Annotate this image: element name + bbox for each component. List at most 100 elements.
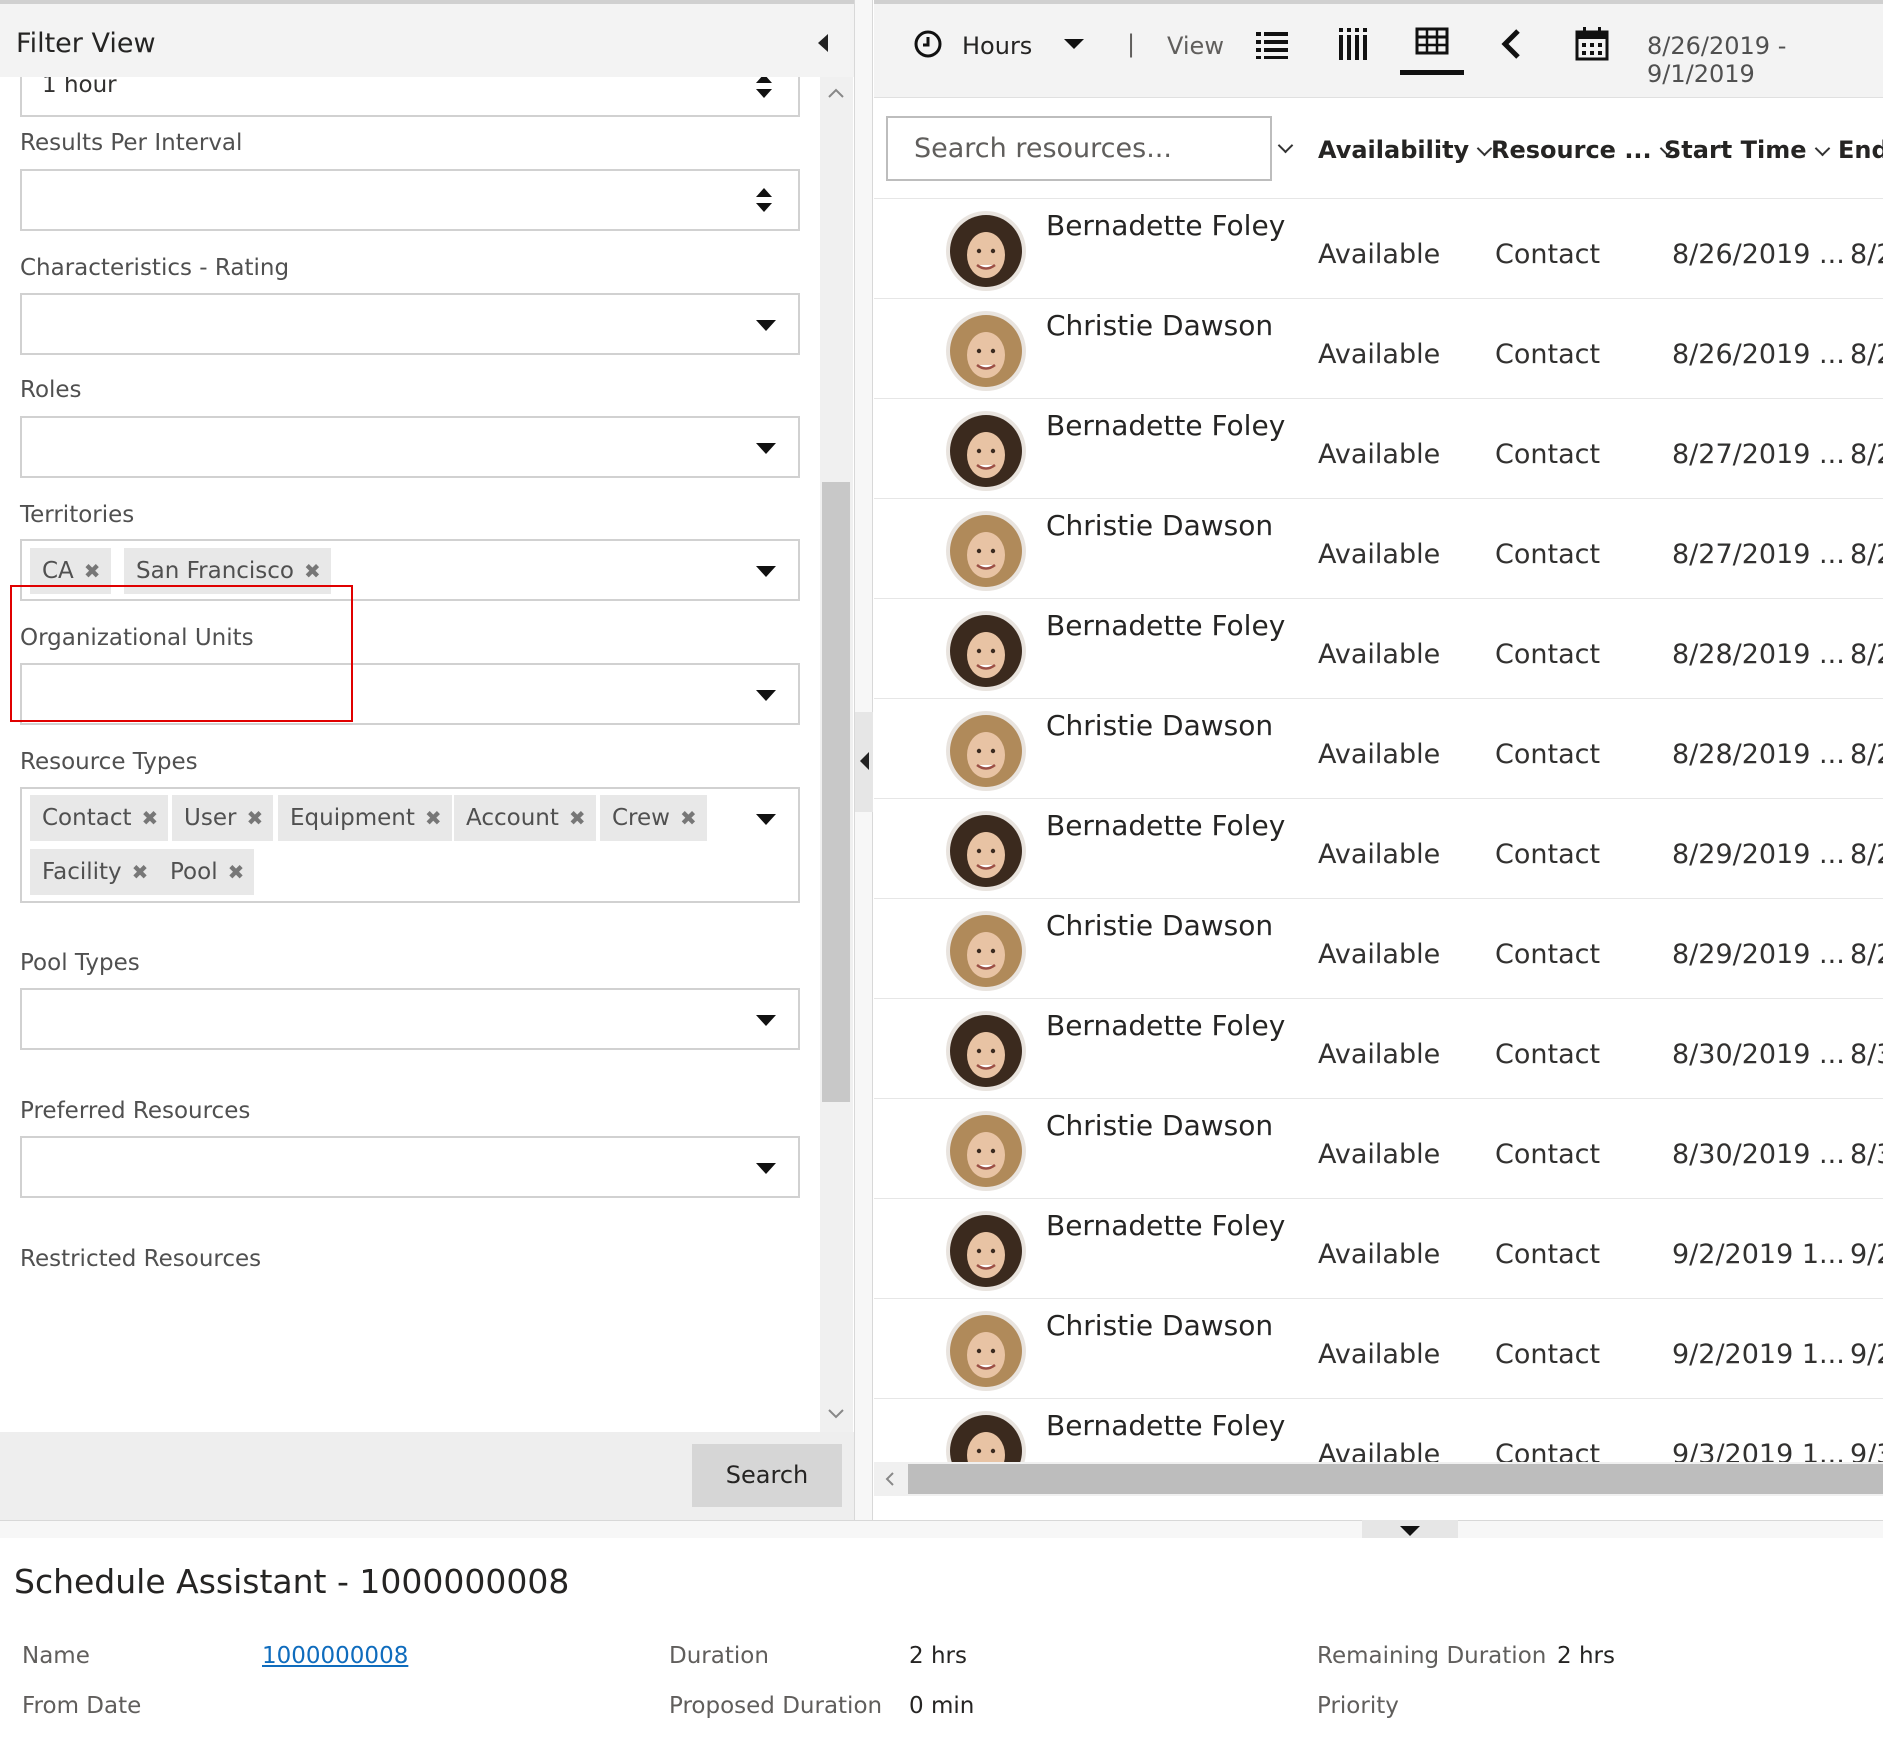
table-row[interactable]: Christie Dawson Available Contact 8/30/2019…: [874, 1099, 1883, 1199]
resource-name: Bernadette Foley: [1046, 1409, 1286, 1442]
resource-types-select[interactable]: Contact ✖ User ✖ Equipment ✖ Account ✖ Crew ✖…: [20, 787, 800, 903]
end-time-cell: 8/2: [1850, 639, 1883, 670]
table-row[interactable]: Christie Dawson Available Contact 8/28/2019…: [874, 699, 1883, 799]
resource-type-cell: Contact: [1495, 339, 1601, 370]
avatar: [946, 811, 1026, 891]
roles-select[interactable]: [20, 416, 800, 478]
schedule-assistant-title: Schedule Assistant - 1000000008: [14, 1562, 570, 1601]
remove-tag-icon[interactable]: ✖: [680, 795, 697, 841]
resource-name: Bernadette Foley: [1046, 409, 1286, 442]
date-range[interactable]: 8/26/2019 - 9/1/2019: [1647, 32, 1883, 88]
scroll-up-icon[interactable]: [826, 84, 846, 102]
spinner-icon[interactable]: [752, 183, 776, 217]
chevron-down-icon: [756, 320, 776, 331]
availability-cell: Available: [1318, 1439, 1441, 1462]
table-row[interactable]: Bernadette Foley Available Contact 8/28/201…: [874, 599, 1883, 699]
table-row[interactable]: Christie Dawson Available Contact 8/26/2019…: [874, 299, 1883, 399]
resource-type-cell: Contact: [1495, 739, 1601, 770]
table-row[interactable]: Christie Dawson Available Contact 8/29/2019…: [874, 899, 1883, 999]
chevron-down-icon: [756, 1163, 776, 1174]
table-row[interactable]: Christie Dawson Available Contact 8/27/2019…: [874, 499, 1883, 599]
hours-label[interactable]: Hours: [962, 32, 1032, 60]
start-time-cell: 8/28/2019 ...: [1672, 639, 1845, 670]
avatar: [946, 911, 1026, 991]
resource-name: Bernadette Foley: [1046, 609, 1286, 642]
availability-cell: Available: [1318, 939, 1441, 970]
interval-field-value: 1 hour: [42, 77, 117, 98]
start-time-cell: 8/29/2019 ...: [1672, 839, 1845, 870]
start-time-cell: 8/26/2019 ...: [1672, 239, 1845, 270]
toolbar-separator: |: [1127, 30, 1136, 58]
table-row[interactable]: Bernadette Foley Available Contact 8/30/201…: [874, 999, 1883, 1099]
remove-tag-icon[interactable]: ✖: [246, 795, 263, 841]
end-time-cell: 8/2: [1850, 239, 1883, 270]
results-per-interval-label: Results Per Interval: [20, 130, 243, 156]
table-row[interactable]: Bernadette Foley Available Contact 8/27/201…: [874, 399, 1883, 499]
scroll-left-icon[interactable]: [882, 1470, 898, 1488]
grid-view-icon[interactable]: [1414, 24, 1450, 60]
characteristics-rating-select[interactable]: [20, 293, 800, 355]
avatar: [946, 1211, 1026, 1291]
pool-types-select[interactable]: [20, 988, 800, 1050]
start-time-cell: 8/30/2019 ...: [1672, 1139, 1845, 1170]
resource-name: Bernadette Foley: [1046, 1209, 1286, 1242]
resource-type-tag: User ✖: [172, 795, 274, 841]
remove-tag-icon[interactable]: ✖: [569, 795, 586, 841]
start-time-cell: 9/2/2019 1...: [1672, 1239, 1845, 1270]
column-header-resource-type[interactable]: Resource ...: [1491, 136, 1675, 164]
collapse-panel-icon[interactable]: [810, 30, 836, 56]
resource-type-tag: Contact ✖: [30, 795, 169, 841]
availability-cell: Available: [1318, 1339, 1441, 1370]
previous-arrow-icon[interactable]: [1494, 26, 1530, 62]
table-row[interactable]: Bernadette Foley Available Contact 9/2/2019…: [874, 1199, 1883, 1299]
calendar-icon[interactable]: [1574, 26, 1610, 62]
search-resources-input[interactable]: Search resources...: [886, 116, 1272, 181]
pool-types-label: Pool Types: [20, 950, 140, 976]
duration-label: Duration: [669, 1643, 769, 1669]
remove-tag-icon[interactable]: ✖: [141, 795, 158, 841]
availability-cell: Available: [1318, 439, 1441, 470]
grid-horizontal-scrollbar-thumb[interactable]: [908, 1464, 1883, 1494]
dropdown-caret-icon[interactable]: [1062, 32, 1086, 56]
column-header-start-time[interactable]: Start Time: [1664, 136, 1830, 164]
avatar: [946, 711, 1026, 791]
resource-type-tag: Equipment ✖: [278, 795, 452, 841]
preferred-resources-label: Preferred Resources: [20, 1098, 251, 1124]
spinner-icon[interactable]: [752, 77, 776, 103]
interval-field[interactable]: 1 hour: [20, 77, 800, 117]
table-row[interactable]: Bernadette Foley Available Contact 9/3/2019…: [874, 1399, 1883, 1462]
column-header-label: End: [1838, 136, 1883, 164]
availability-cell: Available: [1318, 539, 1441, 570]
remove-tag-icon[interactable]: ✖: [132, 849, 149, 895]
start-time-cell: 8/29/2019 ...: [1672, 939, 1845, 970]
search-button[interactable]: Search: [692, 1444, 842, 1507]
preferred-resources-select[interactable]: [20, 1136, 800, 1198]
vertical-bars-view-icon[interactable]: [1334, 26, 1370, 62]
requirement-name-link[interactable]: 1000000008: [262, 1643, 408, 1669]
end-time-cell: 9/2: [1850, 1339, 1883, 1370]
remove-tag-icon[interactable]: ✖: [425, 795, 442, 841]
list-view-icon[interactable]: [1254, 26, 1290, 62]
territories-label: Territories: [20, 502, 135, 528]
results-per-interval-input[interactable]: [20, 169, 800, 231]
scroll-down-icon[interactable]: [826, 1405, 846, 1423]
resource-type-cell: Contact: [1495, 1339, 1601, 1370]
table-row[interactable]: Bernadette Foley Available Contact 8/29/201…: [874, 799, 1883, 899]
chevron-down-icon[interactable]: [1277, 137, 1294, 159]
resource-name: Christie Dawson: [1046, 1109, 1274, 1142]
tag-label: Contact: [42, 805, 132, 831]
resource-type-cell: Contact: [1495, 439, 1601, 470]
table-row[interactable]: Christie Dawson Available Contact 9/2/2019 …: [874, 1299, 1883, 1399]
proposed-duration-value: 0 min: [909, 1693, 975, 1719]
remove-tag-icon[interactable]: ✖: [228, 849, 245, 895]
resource-name: Christie Dawson: [1046, 309, 1274, 342]
avatar: [946, 1011, 1026, 1091]
filter-scrollbar-thumb[interactable]: [822, 482, 850, 1102]
avatar: [946, 511, 1026, 591]
column-header-end[interactable]: End: [1838, 136, 1883, 164]
start-time-cell: 8/27/2019 ...: [1672, 539, 1845, 570]
table-row[interactable]: Bernadette Foley Available Contact 8/26/201…: [874, 199, 1883, 299]
column-header-availability[interactable]: Availability: [1318, 136, 1493, 164]
filter-scroll-area: 1 hour Results Per Interval Characterist…: [0, 77, 812, 1432]
resource-type-cell: Contact: [1495, 839, 1601, 870]
